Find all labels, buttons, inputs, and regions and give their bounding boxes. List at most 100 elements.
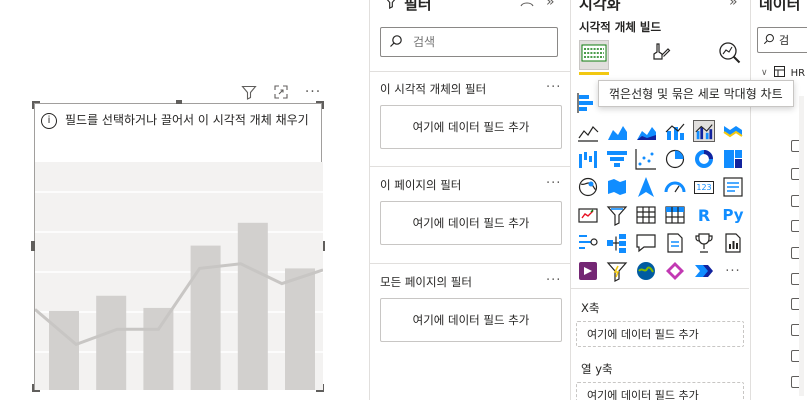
visual-type-tooltip: 꺾은선형 및 묶은 세로 막대형 차트 [598, 80, 794, 107]
table-row-hr[interactable]: ∨ HR [761, 66, 805, 80]
section-more-all-pages-filters[interactable]: ··· [546, 273, 561, 288]
empty-visual-hint: i 필드를 선택하거나 끌어서 이 시각적 개체 채우기 [41, 112, 313, 129]
paginated-report-icon[interactable] [722, 232, 744, 254]
smart-narrative-icon[interactable] [664, 232, 686, 254]
collapse-filters-icon[interactable]: » [546, 0, 555, 10]
scatter-chart-icon[interactable] [635, 148, 657, 170]
divider [571, 288, 749, 289]
slicer-icon[interactable] [606, 204, 628, 226]
get-more-visuals-icon[interactable] [693, 260, 715, 282]
placeholder-bar [143, 307, 174, 390]
stacked-area-chart-icon[interactable] [635, 120, 657, 142]
divider [370, 263, 570, 264]
waterfall-chart-icon[interactable] [577, 148, 599, 170]
divider [370, 71, 570, 72]
filter-icon[interactable] [240, 83, 258, 101]
data-search-placeholder: 검 [779, 34, 790, 47]
placeholder-chart [35, 162, 323, 390]
visual-header: ··· [240, 82, 324, 102]
data-search[interactable]: 검 [757, 27, 807, 53]
data-pane-scrollbar[interactable] [799, 96, 804, 396]
build-tabs [579, 40, 749, 75]
donut-chart-icon[interactable] [693, 148, 715, 170]
power-automate-flow-icon[interactable] [664, 260, 686, 282]
analytics-magnifier-icon [717, 40, 743, 70]
resize-corner-top-right[interactable] [316, 101, 324, 109]
power-apps-icon[interactable] [577, 260, 599, 282]
well-label-x-axis: X축 [581, 301, 600, 315]
well-drop-column-y-axis[interactable]: 여기에 데이터 필드 추가 [576, 382, 744, 400]
table-name: HR [790, 67, 806, 79]
build-visual-icon [581, 41, 607, 69]
card-icon[interactable]: 123 [693, 176, 715, 198]
line-clustered-column-chart-icon[interactable] [693, 120, 715, 142]
data-pane-title: 데이터 [759, 0, 801, 13]
section-label-visual-filters: 이 시각적 개체의 필터 [380, 82, 487, 96]
section-more-visual-filters[interactable]: ··· [546, 80, 561, 95]
more-options-icon[interactable]: ··· [304, 83, 322, 101]
tab-build-visual[interactable] [579, 40, 609, 70]
line-stacked-column-chart-icon[interactable] [664, 120, 686, 142]
metrics-icon[interactable] [693, 232, 715, 254]
line-chart-icon[interactable] [577, 120, 599, 142]
drop-box-page-filters[interactable]: 여기에 데이터 필드 추가 [380, 201, 562, 245]
section-more-page-filters[interactable]: ··· [546, 176, 561, 191]
power-automate-icon[interactable] [606, 260, 628, 282]
focus-mode-icon[interactable] [272, 83, 290, 101]
matrix-icon[interactable] [664, 204, 686, 226]
kpi-icon[interactable] [577, 204, 599, 226]
r-visual-icon[interactable]: R [693, 204, 715, 226]
filters-pane-title: 필터 [384, 0, 432, 14]
placeholder-bar [96, 295, 127, 390]
placeholder-bar [285, 268, 315, 390]
drop-box-visual-filters[interactable]: 여기에 데이터 필드 추가 [380, 105, 562, 149]
tab-underline [579, 72, 609, 75]
resize-corner-top-left[interactable] [32, 101, 40, 109]
filters-search-input[interactable] [413, 35, 533, 49]
key-influencers-icon[interactable] [577, 232, 599, 254]
drop-box-all-pages-filters[interactable]: 여기에 데이터 필드 추가 [380, 298, 562, 342]
more-visuals-icon[interactable]: ··· [722, 260, 744, 282]
filled-map-icon[interactable] [606, 176, 628, 198]
filters-search[interactable] [380, 27, 558, 57]
map-icon[interactable] [577, 176, 599, 198]
empty-visual[interactable]: i 필드를 선택하거나 끌어서 이 시각적 개체 채우기 [31, 100, 325, 392]
python-visual-icon[interactable]: Py [722, 204, 744, 226]
visualizations-pane: 시각화 » 시각적 개체 빌드 123 R Py ··· X축 여기에 데이터 필드 … [571, 0, 751, 400]
resize-handle-top[interactable] [176, 100, 182, 104]
tab-format-visual[interactable] [645, 40, 675, 70]
treemap-icon[interactable] [722, 148, 744, 170]
gauge-icon[interactable] [664, 176, 686, 198]
well-drop-x-axis[interactable]: 여기에 데이터 필드 추가 [576, 321, 744, 347]
empty-visual-hint-text: 필드를 선택하거나 끌어서 이 시각적 개체 채우기 [65, 113, 309, 127]
search-icon [389, 34, 403, 51]
chevron-down-icon: ∨ [761, 68, 768, 78]
report-canvas[interactable]: ··· i 필드를 선택하거나 끌어서 이 시각적 개체 채우기 [0, 0, 369, 400]
filters-pane: 필터 » 이 시각적 개체의 필터 ··· 여기에 데이터 필드 추가 이 페이… [369, 0, 571, 400]
visualizations-title: 시각화 [579, 0, 621, 13]
ribbon-chart-icon[interactable] [722, 120, 744, 142]
search-icon [763, 33, 775, 48]
placeholder-bar [49, 310, 79, 390]
funnel-chart-icon[interactable] [606, 148, 628, 170]
azure-map-icon[interactable] [635, 176, 657, 198]
table-icon[interactable] [635, 204, 657, 226]
format-paintbrush-icon [648, 41, 672, 69]
eye-icon[interactable] [520, 0, 534, 15]
filters-title-text: 필터 [404, 0, 432, 13]
qa-icon[interactable] [635, 232, 657, 254]
placeholder-bar [237, 222, 268, 390]
pie-chart-icon[interactable] [664, 148, 686, 170]
multi-row-card-icon[interactable] [722, 176, 744, 198]
table-icon [773, 66, 785, 80]
area-chart-icon[interactable] [606, 120, 628, 142]
data-pane: 데이터 검 ∨ HR [751, 0, 807, 400]
stacked-bar-chart-icon[interactable] [577, 92, 599, 114]
divider [370, 166, 570, 167]
collapse-visualizations-icon[interactable]: » [729, 0, 738, 10]
section-label-page-filters: 이 페이지의 필터 [380, 178, 462, 192]
well-label-column-y-axis: 열 y축 [581, 362, 613, 376]
decomposition-tree-icon[interactable] [606, 232, 628, 254]
arcgis-map-icon[interactable] [635, 260, 657, 282]
tab-analytics[interactable] [715, 40, 745, 70]
